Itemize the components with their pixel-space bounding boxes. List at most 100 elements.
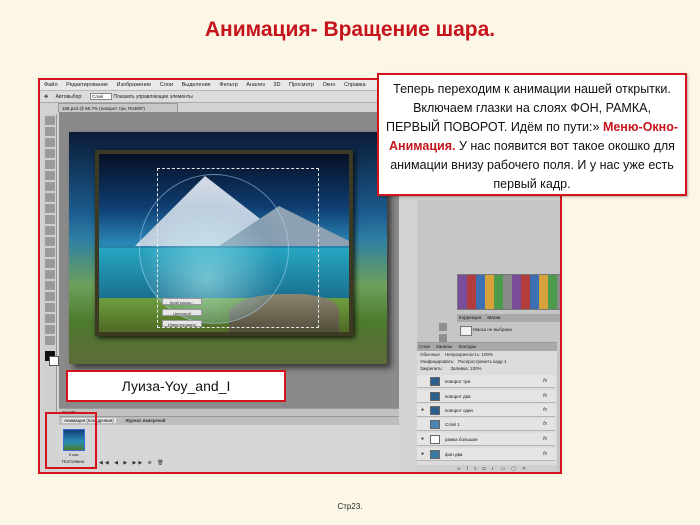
path-select-tool-icon[interactable] — [44, 292, 55, 301]
opacity-label: Непрозрачность: — [444, 352, 481, 357]
layer-thumbnail — [430, 377, 440, 386]
autoselect-label: Автовыбор: — [55, 94, 83, 100]
layer-name: рамка большая — [445, 437, 478, 442]
fx-icon[interactable]: fx — [543, 418, 547, 431]
mask-edge-button[interactable]: Край маски... — [162, 298, 202, 305]
dodge-tool-icon[interactable] — [44, 259, 55, 268]
fill-label: Заливка: — [450, 366, 469, 371]
instruction-callout: Теперь переходим к анимации нашей открыт… — [377, 73, 687, 196]
tab-adjustments[interactable]: Коррекция — [459, 315, 481, 320]
layer-thumbnail — [430, 420, 440, 429]
dock-icon[interactable] — [439, 323, 447, 331]
menu-window[interactable]: Окно — [323, 82, 336, 88]
new-adjustment-icon[interactable]: ◐ — [492, 466, 501, 472]
brush-tool-icon[interactable] — [44, 193, 55, 202]
zoom-tool-icon[interactable] — [44, 336, 55, 345]
layer-row[interactable]: ● поворот один fx — [417, 404, 555, 417]
layers-panel-tabs: Слои Каналы Контуры — [417, 343, 557, 351]
fx-icon[interactable]: fx — [543, 448, 547, 461]
document-tab[interactable]: 168.psd @ 66,7% (поворот три, RGB/8*) — [58, 103, 178, 112]
layer-row[interactable]: Слой 1 fx — [417, 418, 555, 431]
fx-icon[interactable]: fx — [543, 433, 547, 446]
fx-icon[interactable]: fx — [543, 404, 547, 417]
healing-tool-icon[interactable] — [44, 182, 55, 191]
eye-icon[interactable] — [419, 393, 426, 399]
menu-filter[interactable]: Фильтр — [219, 82, 237, 88]
type-tool-icon[interactable] — [44, 281, 55, 290]
tab-measurement-log[interactable]: Журнал измерений — [123, 418, 167, 423]
lasso-tool-icon[interactable] — [44, 138, 55, 147]
shape-tool-icon[interactable] — [44, 303, 55, 312]
add-mask-icon[interactable]: ◘ — [482, 466, 491, 472]
move-tool-icon[interactable]: ✥ — [44, 91, 48, 103]
dock-icon[interactable] — [439, 334, 447, 342]
trash-icon[interactable]: ✕ — [522, 466, 532, 472]
show-controls-checkbox[interactable]: Показать управляющие элементы — [113, 91, 192, 103]
blur-tool-icon[interactable] — [44, 248, 55, 257]
fill-value[interactable]: 100% — [470, 366, 482, 371]
tab-channels[interactable]: Каналы — [436, 344, 452, 349]
layer-row[interactable]: поворот три fx — [417, 375, 555, 388]
eye-icon[interactable]: ● — [419, 451, 426, 457]
menu-view[interactable]: Просмотр — [289, 82, 314, 88]
new-layer-icon[interactable]: ▢ — [511, 466, 522, 472]
3d-rotate-tool-icon[interactable] — [44, 314, 55, 323]
tab-masks[interactable]: Маски — [487, 315, 500, 320]
layer-row[interactable]: ● фон два fx — [417, 448, 555, 461]
history-brush-tool-icon[interactable] — [44, 215, 55, 224]
menu-select[interactable]: Выделение — [182, 82, 211, 88]
lock-label: Закрепить: — [420, 366, 443, 371]
styles-swatch-grid[interactable] — [457, 274, 560, 310]
menu-edit[interactable]: Редактирование — [66, 82, 108, 88]
add-style-icon[interactable]: fx — [467, 466, 483, 472]
animation-panel-tabs: Анимация (покадровая) Журнал измерений — [59, 417, 399, 425]
propagate-frame-checkbox[interactable]: Распространить кадр 1 — [458, 359, 506, 364]
color-range-button[interactable]: Цветовой диапазон... — [162, 309, 202, 323]
menu-3d[interactable]: 3D — [273, 82, 280, 88]
animation-panel: Анимация (покадровая) Журнал измерений 0… — [59, 416, 399, 472]
link-layers-icon[interactable]: ∞ — [457, 466, 467, 472]
stamp-tool-icon[interactable] — [44, 204, 55, 213]
move-tool-icon[interactable] — [44, 116, 55, 125]
menu-analysis[interactable]: Анализ — [246, 82, 265, 88]
hand-tool-icon[interactable] — [44, 325, 55, 334]
animation-playback-controls[interactable]: ◀◀ ◀ ▶ ▶▶ ⊕ 🗑 — [99, 460, 166, 466]
layer-row[interactable]: поворот два fx — [417, 390, 555, 403]
document-canvas[interactable] — [59, 112, 399, 408]
menu-layers[interactable]: Слои — [160, 82, 173, 88]
opacity-value[interactable]: 100% — [482, 352, 494, 357]
unify-label: Унифицировать: — [420, 359, 455, 364]
blend-mode-dropdown[interactable]: Обычные — [420, 352, 440, 357]
background-color-swatch[interactable] — [49, 356, 59, 366]
tab-layers[interactable]: Слои — [419, 344, 430, 349]
marquee-tool-icon[interactable] — [44, 127, 55, 136]
autoselect-dropdown[interactable]: Слой — [89, 93, 112, 101]
tab-paths[interactable]: Контуры — [458, 344, 476, 349]
layer-name: Слой 1 — [445, 422, 460, 427]
menu-image[interactable]: Изображение — [117, 82, 152, 88]
eyedropper-tool-icon[interactable] — [44, 171, 55, 180]
invert-button[interactable]: Инвертировать — [162, 320, 202, 327]
crop-tool-icon[interactable] — [44, 160, 55, 169]
layer-thumbnail — [430, 392, 440, 401]
animation-frame-highlight — [45, 412, 97, 469]
tools-panel — [43, 114, 59, 414]
fx-icon[interactable]: fx — [543, 375, 547, 388]
layers-panel: Слои Каналы Контуры Обычные Непрозрачнос… — [417, 342, 557, 472]
menu-file[interactable]: Файл — [44, 82, 58, 88]
eye-icon[interactable] — [419, 421, 426, 427]
eraser-tool-icon[interactable] — [44, 226, 55, 235]
eye-icon[interactable] — [419, 378, 426, 384]
eye-icon[interactable]: ● — [419, 436, 426, 442]
layer-thumbnail — [430, 435, 440, 444]
quick-select-tool-icon[interactable] — [44, 149, 55, 158]
pen-tool-icon[interactable] — [44, 270, 55, 279]
slide-title: Анимация- Вращение шара. — [204, 18, 496, 41]
gradient-tool-icon[interactable] — [44, 237, 55, 246]
fx-icon[interactable]: fx — [543, 390, 547, 403]
postcard-frame — [95, 150, 353, 336]
layer-row[interactable]: ● рамка большая fx — [417, 433, 555, 446]
menu-help[interactable]: Справка — [344, 82, 366, 88]
new-group-icon[interactable]: ▭ — [501, 466, 512, 472]
eye-icon[interactable]: ● — [419, 407, 426, 413]
